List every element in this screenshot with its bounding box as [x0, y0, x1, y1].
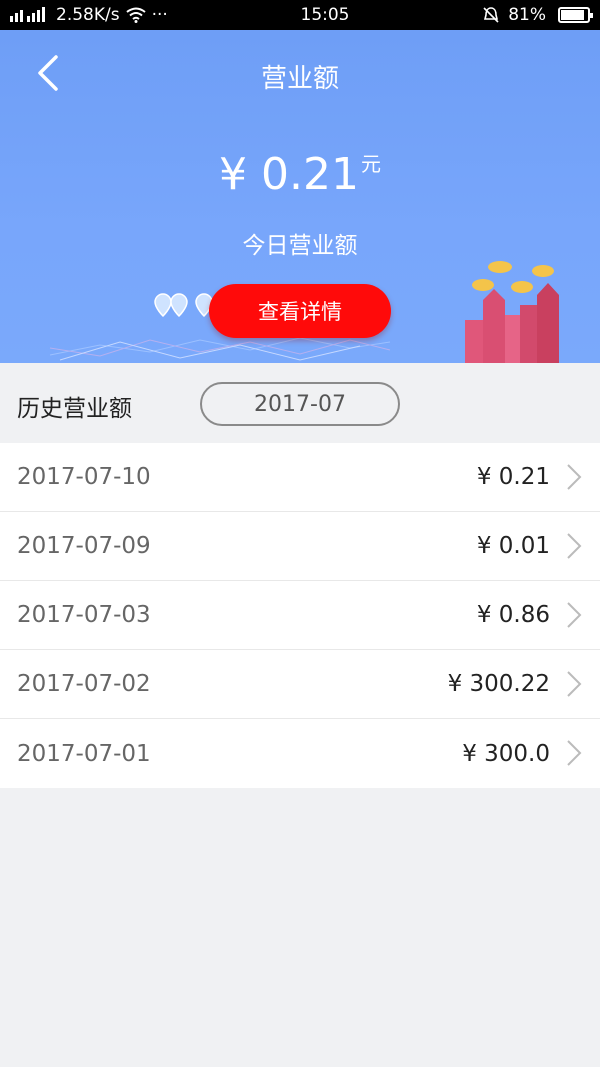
chevron-right-icon [567, 533, 582, 559]
row-date: 2017-07-02 [17, 671, 151, 697]
row-amount: ¥ 0.86 [476, 602, 550, 628]
month-selector[interactable]: 2017-07 [200, 382, 400, 426]
list-item[interactable]: 2017-07-02 ¥ 300.22 [0, 650, 600, 719]
list-item[interactable]: 2017-07-01 ¥ 300.0 [0, 719, 600, 788]
today-amount-unit: 元 [360, 152, 381, 176]
chevron-right-icon [567, 464, 582, 490]
row-date: 2017-07-03 [17, 602, 151, 628]
history-list: 2017-07-10 ¥ 0.21 2017-07-09 ¥ 0.01 2017… [0, 443, 600, 788]
bell-muted-icon [483, 7, 499, 23]
view-details-button[interactable]: 查看详情 [209, 284, 391, 338]
row-amount: ¥ 0.01 [476, 533, 550, 559]
clock: 15:05 [300, 5, 350, 25]
status-bar: 2.58K/s ··· 15:05 81% [0, 0, 600, 30]
list-item[interactable]: 2017-07-09 ¥ 0.01 [0, 512, 600, 581]
history-header: 历史营业额 2017-07 [0, 363, 600, 443]
more-dots: ··· [151, 5, 168, 25]
signal-icon [10, 7, 45, 22]
today-amount: ¥ 0.21 元 [0, 148, 600, 200]
row-amount: ¥ 0.21 [476, 464, 550, 490]
battery-icon [557, 7, 593, 23]
network-speed: 2.58K/s [56, 5, 120, 25]
status-right: 81% [482, 5, 593, 25]
history-revenue-label: 历史营业额 [17, 396, 132, 422]
growth-chart-decoration [465, 261, 559, 363]
page-title: 营业额 [260, 64, 339, 94]
row-date: 2017-07-10 [17, 464, 151, 490]
row-amount: ¥ 300.22 [447, 671, 550, 697]
list-item[interactable]: 2017-07-03 ¥ 0.86 [0, 581, 600, 650]
row-date: 2017-07-09 [17, 533, 151, 559]
chevron-right-icon [567, 671, 582, 697]
chevron-right-icon [567, 602, 582, 628]
today-amount-value: ¥ 0.21 [219, 149, 359, 200]
revenue-header: 营业额 ¥ 0.21 元 今日营业额 查看详情 [0, 30, 600, 363]
wifi-icon [125, 7, 146, 23]
list-item[interactable]: 2017-07-10 ¥ 0.21 [0, 443, 600, 512]
row-date: 2017-07-01 [17, 740, 151, 767]
row-amount: ¥ 300.0 [462, 740, 550, 767]
battery-percent: 81% [508, 5, 546, 25]
chevron-right-icon [567, 740, 582, 766]
status-left: 2.58K/s ··· [10, 5, 168, 25]
